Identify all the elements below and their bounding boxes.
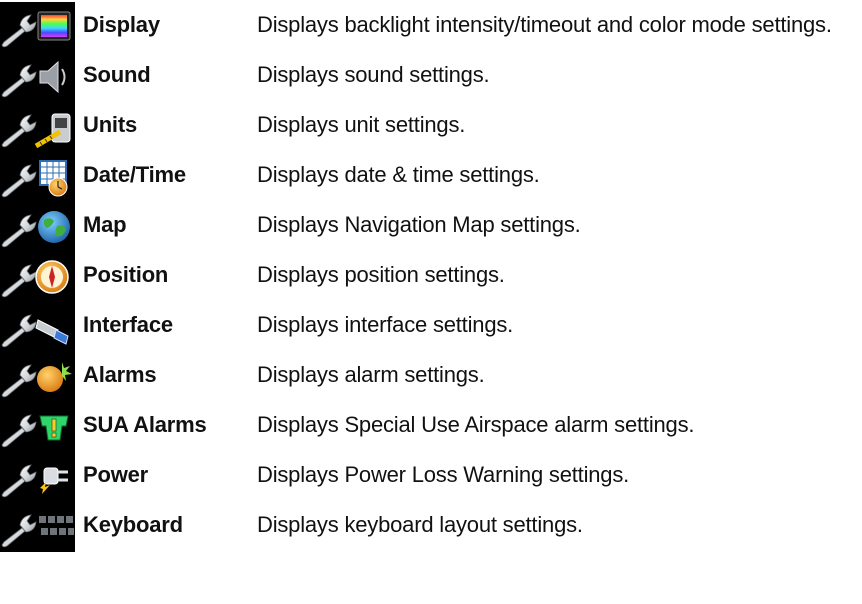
setting-name: Alarms	[83, 362, 157, 387]
setting-description: Displays unit settings.	[257, 112, 466, 137]
setting-description: Displays backlight intensity/timeout and…	[257, 12, 832, 37]
wrench-calendar-clock-icon	[0, 152, 75, 202]
setting-row-power[interactable]: Power Displays Power Loss Warning settin…	[0, 450, 862, 502]
setting-name: SUA Alarms	[83, 412, 207, 437]
setting-row-sound[interactable]: Sound Displays sound settings.	[0, 50, 862, 102]
setting-name: Display	[83, 12, 160, 37]
wrench-globe-icon	[0, 202, 75, 252]
setting-name: Sound	[83, 62, 151, 87]
wrench-compass-icon	[0, 252, 75, 302]
wrench-power-plug-icon	[0, 452, 75, 502]
setting-row-position[interactable]: Position Displays position settings.	[0, 250, 862, 302]
wrench-sua-alarm-icon	[0, 402, 75, 452]
setting-name: Date/Time	[83, 162, 186, 187]
setting-description: Displays date & time settings.	[257, 162, 540, 187]
setting-name: Power	[83, 462, 149, 487]
setting-row-sua-alarms[interactable]: SUA Alarms Displays Special Use Airspace…	[0, 400, 862, 452]
wrench-connector-icon	[0, 302, 75, 352]
setting-description: Displays alarm settings.	[257, 362, 485, 387]
setting-name: Map	[83, 212, 127, 237]
wrench-alarm-bell-icon	[0, 352, 75, 402]
wrench-display-icon	[0, 2, 75, 52]
setting-name: Interface	[83, 312, 173, 337]
setting-row-date-time[interactable]: Date/Time Displays date & time settings.	[0, 150, 862, 202]
wrench-keyboard-icon	[0, 502, 75, 552]
wrench-units-icon	[0, 102, 75, 152]
setting-name: Units	[83, 112, 138, 137]
setting-description: Displays position settings.	[257, 262, 505, 287]
wrench-speaker-icon	[0, 52, 75, 102]
setting-name: Keyboard	[83, 512, 183, 537]
setting-description: Displays Navigation Map settings.	[257, 212, 581, 237]
setting-description: Displays Power Loss Warning settings.	[257, 462, 630, 487]
setting-description: Displays interface settings.	[257, 312, 514, 337]
setting-row-map[interactable]: Map Displays Navigation Map settings.	[0, 200, 862, 252]
setting-row-units[interactable]: Units Displays unit settings.	[0, 100, 862, 152]
setting-row-keyboard[interactable]: Keyboard Displays keyboard layout settin…	[0, 500, 862, 552]
setting-description: Displays keyboard layout settings.	[257, 512, 583, 537]
setting-row-display[interactable]: Display Displays backlight intensity/tim…	[0, 0, 862, 52]
setting-description: Displays sound settings.	[257, 62, 490, 87]
setting-description: Displays Special Use Airspace alarm sett…	[257, 412, 695, 437]
setting-name: Position	[83, 262, 169, 287]
setting-row-alarms[interactable]: Alarms Displays alarm settings.	[0, 350, 862, 402]
setting-row-interface[interactable]: Interface Displays interface settings.	[0, 300, 862, 352]
